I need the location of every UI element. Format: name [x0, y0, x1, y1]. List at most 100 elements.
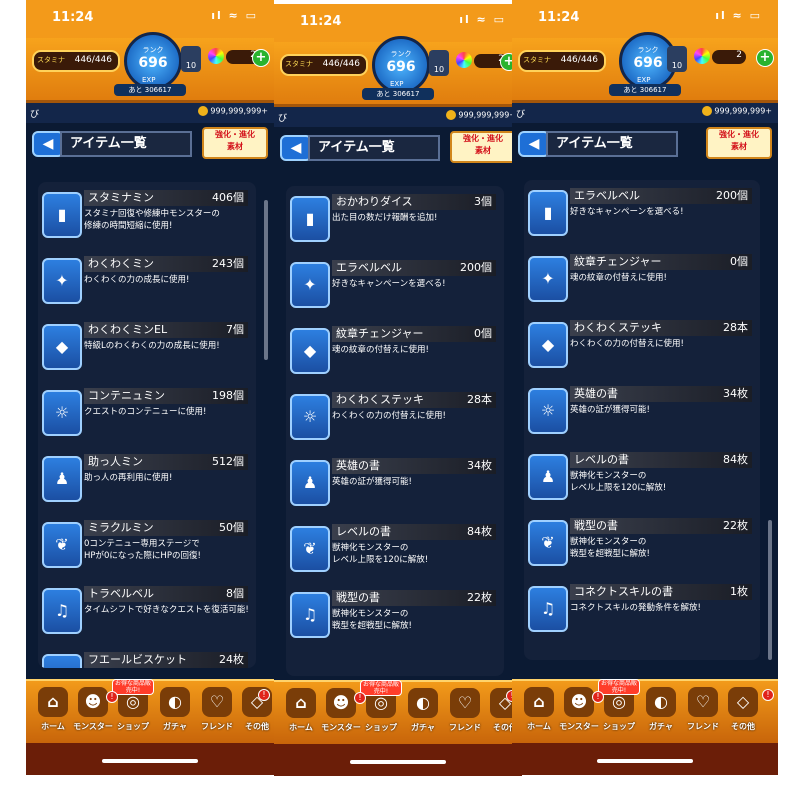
list-item[interactable]: ♫ トラベルベル 8個 タイムシフトで好きなクエストを復活可能! — [38, 582, 256, 644]
item-description: わくわくの力の成長に使用! — [84, 275, 190, 285]
lantern-level-icon[interactable]: 10 — [429, 50, 449, 76]
item-icon: ❦ — [528, 520, 568, 566]
item-count: 0個 — [730, 255, 748, 268]
list-item[interactable]: ▮ エラベルベル 200個 好きなキャンペーンを選べる! — [524, 184, 760, 246]
stamina-gauge: スタミナ 446/446 — [280, 54, 368, 76]
item-description: 特級Lのわくわくの力の成長に使用! — [84, 341, 220, 351]
item-count: 34枚 — [723, 387, 748, 400]
phone-screen: 11:24 ıl ≈ ▭ スタミナ 446/446 ランク 696 EXP あと… — [512, 0, 778, 775]
list-item[interactable]: ◆ わくわくステッキ 28本 わくわくの力の付替えに使用! — [524, 316, 760, 378]
list-item[interactable]: ▮ スタミナミン 406個 スタミナ回復や修練中モンスターの 修練の時間短縮に使… — [38, 186, 256, 248]
item-description: 出た目の数だけ報酬を追加! — [332, 213, 438, 223]
friend-icon: ♡ — [202, 687, 232, 717]
list-item[interactable]: ✦ 紋章チェンジャー 0個 魂の紋章の付替えに使用! — [524, 250, 760, 312]
tab-label: ショップ — [365, 723, 397, 732]
item-icon: ☼ — [528, 388, 568, 434]
list-item[interactable]: ◆ 紋章チェンジャー 0個 魂の紋章の付替えに使用! — [286, 322, 504, 384]
list-item[interactable]: ❦ レベルの書 84枚 獣神化モンスターの レベル上限を120に解放! — [286, 520, 504, 582]
list-item[interactable]: ♟ レベルの書 84枚 獣神化モンスターの レベル上限を120に解放! — [524, 448, 760, 510]
tab-other[interactable]: ◇ その他 — [720, 687, 766, 739]
status-time: 11:24 — [300, 14, 342, 29]
list-item[interactable]: ❦ ミラクルミン 50個 0コンテニュー専用ステージで HPが0になった際にHP… — [38, 516, 256, 578]
item-description: 魂の紋章の付替えに使用! — [570, 273, 667, 283]
list-item[interactable]: ♫ コネクトスキルの書 1枚 コネクトスキルの発動条件を解放! — [524, 580, 760, 642]
materials-button[interactable]: 強化・進化 素材 — [202, 127, 268, 159]
title-bar: ◀ アイテム一覧 強化・進化 素材 — [512, 123, 778, 163]
lantern-level-icon[interactable]: 10 — [667, 46, 687, 72]
shop-sale-badge: お得な商品販売中! — [598, 679, 640, 695]
exp-label: EXP — [142, 76, 156, 84]
rank-label: ランク — [390, 50, 412, 58]
tab-gacha[interactable]: ◐ ガチャ — [152, 687, 198, 739]
monster-icon: ☻ — [564, 687, 594, 717]
phone-screen: 11:24 ıl ≈ ▭ スタミナ 446/446 ランク 696 EXP あと… — [274, 4, 522, 776]
scrollbar[interactable] — [264, 200, 268, 360]
exp-remaining: あと 306617 — [362, 88, 434, 100]
item-list[interactable]: ▮ スタミナミン 406個 スタミナ回復や修練中モンスターの 修練の時間短縮に使… — [38, 182, 256, 668]
stamina-label: スタミナ — [37, 56, 65, 64]
tab-gacha[interactable]: ◐ ガチャ — [400, 688, 446, 740]
list-item[interactable]: ♟ 英雄の書 34枚 英雄の証が獲得可能! — [286, 454, 504, 516]
list-item[interactable]: ◆ わくわくミンEL 7個 特級Lのわくわくの力の成長に使用! — [38, 318, 256, 380]
item-icon: ♫ — [290, 592, 330, 638]
item-count: 28本 — [467, 393, 492, 406]
item-description: クエストのコンテニューに使用! — [84, 407, 207, 417]
list-item[interactable]: ▮ おかわりダイス 3個 出た目の数だけ報酬を追加! — [286, 190, 504, 252]
home-indicator — [274, 744, 522, 776]
item-description: 獣神化モンスターの 戦型を超戦型に解放! — [570, 537, 650, 559]
signal-wifi-battery-icon: ıl ≈ ▭ — [715, 9, 762, 22]
tab-label: ガチャ — [163, 722, 187, 731]
bottom-tab-bar: ⌂ ホーム ☻ モンスター ◎ ショップ ◐ ガチャ ♡ フレンド ◇ その他 … — [512, 679, 778, 743]
item-description: スタミナ回復や修練中モンスターの 修練の時間短縮に使用! — [84, 209, 220, 231]
item-count: 3個 — [474, 195, 492, 208]
stamina-gauge: スタミナ 446/446 — [518, 50, 606, 72]
page-title: アイテム一覧 — [546, 131, 678, 157]
signal-wifi-battery-icon: ıl ≈ ▭ — [211, 9, 258, 22]
item-count: 243個 — [212, 257, 244, 270]
coin-icon — [198, 106, 209, 116]
title-bar: ◀ アイテム一覧 強化・進化 素材 — [274, 127, 522, 167]
list-item[interactable]: ◈ フエールビスケット 24枚 — [38, 648, 256, 668]
scrollbar[interactable] — [768, 520, 772, 660]
gacha-icon: ◐ — [408, 688, 438, 718]
buy-orbs-button[interactable]: + — [756, 49, 774, 67]
item-name: 紋章チェンジャー — [332, 326, 496, 342]
list-item[interactable]: ☼ 英雄の書 34枚 英雄の証が獲得可能! — [524, 382, 760, 444]
item-name: おかわりダイス — [332, 194, 496, 210]
item-count: 84枚 — [723, 453, 748, 466]
tab-gacha[interactable]: ◐ ガチャ — [638, 687, 684, 739]
exp-remaining: あと 306617 — [609, 84, 681, 96]
list-item[interactable]: ♟ 助っ人ミン 512個 助っ人の再利用に使用! — [38, 450, 256, 512]
item-count: 200個 — [716, 189, 748, 202]
home-indicator — [512, 743, 778, 775]
coin-icon — [702, 106, 713, 116]
player-hud: スタミナ 446/446 ランク 696 EXP あと 306617 10 2 … — [26, 32, 274, 103]
status-time: 11:24 — [538, 10, 580, 25]
coin-value: 999,999,999+ — [714, 106, 772, 116]
list-item[interactable]: ✦ エラベルベル 200個 好きなキャンペーンを選べる! — [286, 256, 504, 318]
sub-label: び — [278, 114, 288, 124]
list-item[interactable]: ☼ わくわくステッキ 28本 わくわくの力の付替えに使用! — [286, 388, 504, 450]
materials-button[interactable]: 強化・進化 素材 — [706, 127, 772, 159]
stamina-gauge: スタミナ 446/446 — [32, 50, 120, 72]
coin-display: 999,999,999+ — [198, 106, 268, 116]
materials-button[interactable]: 強化・進化 素材 — [450, 131, 516, 163]
item-count: 50個 — [219, 521, 244, 534]
item-count: 512個 — [212, 455, 244, 468]
list-item[interactable]: ✦ わくわくミン 243個 わくわくの力の成長に使用! — [38, 252, 256, 314]
sub-label: び — [30, 110, 40, 120]
item-list[interactable]: ▮ おかわりダイス 3個 出た目の数だけ報酬を追加! ✦ エラベルベル 200個… — [286, 186, 504, 676]
list-item[interactable]: ☼ コンテニュミン 198個 クエストのコンテニューに使用! — [38, 384, 256, 446]
orb-count: 2 — [712, 50, 746, 64]
buy-orbs-button[interactable]: + — [252, 49, 270, 67]
list-item[interactable]: ♫ 戦型の書 22枚 獣神化モンスターの 戦型を超戦型に解放! — [286, 586, 504, 648]
item-list[interactable]: ▮ エラベルベル 200個 好きなキャンペーンを選べる! ✦ 紋章チェンジャー … — [524, 180, 760, 660]
list-item[interactable]: ❦ 戦型の書 22枚 獣神化モンスターの 戦型を超戦型に解放! — [524, 514, 760, 576]
item-name: コネクトスキルの書 — [570, 584, 752, 600]
item-description: わくわくの力の付替えに使用! — [332, 411, 446, 421]
alert-icon: ! — [354, 692, 366, 704]
coin-bar: び 999,999,999+ — [26, 103, 274, 123]
orb-icon — [456, 52, 472, 68]
lantern-level-icon[interactable]: 10 — [181, 46, 201, 72]
tab-label: ガチャ — [649, 722, 673, 731]
